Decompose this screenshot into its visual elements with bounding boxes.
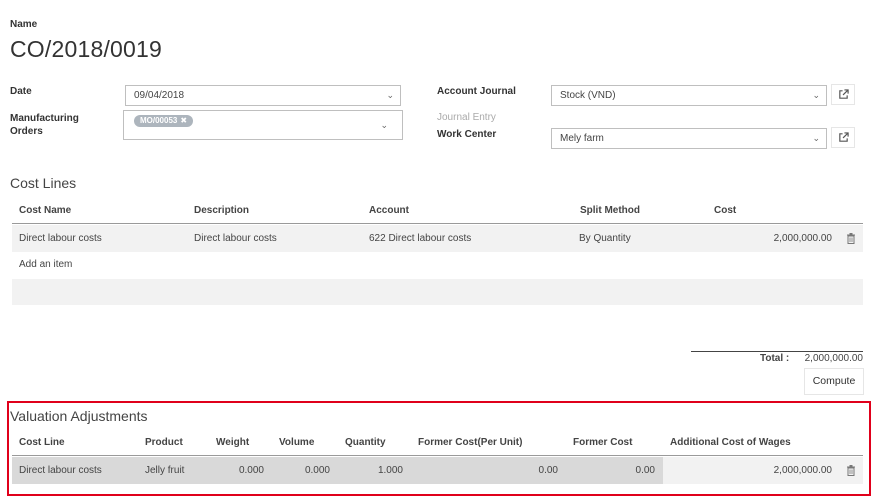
cell-description: Direct labour costs	[194, 233, 277, 244]
cell-product: Jelly fruit	[145, 465, 185, 476]
external-link-icon	[838, 89, 849, 99]
date-value: 09/04/2018	[134, 90, 185, 101]
col-weight[interactable]: Weight	[216, 430, 249, 456]
cost-lines-title: Cost Lines	[10, 175, 77, 191]
mo-label-line2: Orders	[10, 126, 43, 137]
chevron-down-icon: ⌄	[812, 90, 820, 100]
total-value: 2,000,000.00	[804, 353, 863, 364]
cell-account: 622 Direct labour costs	[369, 233, 472, 244]
trash-icon[interactable]	[846, 233, 856, 244]
manufacturing-orders-field[interactable]: MO/00053 ✖ ⌄	[123, 110, 403, 140]
work-center-external-button[interactable]	[831, 127, 855, 148]
cell-quantity: 1.000	[377, 465, 403, 476]
date-label: Date	[10, 86, 32, 97]
date-field[interactable]: 09/04/2018 ⌄	[125, 85, 401, 106]
cell-former-cost: 0.00	[635, 465, 655, 476]
empty-row	[12, 279, 863, 305]
account-journal-external-button[interactable]	[831, 84, 855, 105]
add-item-row: Add an item	[12, 252, 863, 278]
table-row[interactable]: Direct labour costs Direct labour costs …	[12, 225, 863, 252]
chevron-down-icon: ⌄	[812, 133, 820, 143]
account-journal-value: Stock (VND)	[560, 90, 616, 101]
journal-entry-label: Journal Entry	[437, 112, 496, 123]
trash-icon[interactable]	[846, 465, 856, 476]
col-additional-cost[interactable]: Additional Cost of Wages	[670, 430, 791, 456]
chevron-down-icon: ⌄	[386, 90, 394, 100]
mo-tag-label: MO/00053	[140, 116, 178, 125]
account-journal-label: Account Journal	[437, 86, 516, 97]
col-cost-line[interactable]: Cost Line	[19, 430, 65, 456]
chevron-down-icon: ⌄	[380, 120, 388, 130]
record-title: CO/2018/0019	[10, 36, 163, 62]
work-center-field[interactable]: Mely farm ⌄	[551, 128, 827, 149]
cell-cost: 2,000,000.00	[773, 233, 832, 244]
col-cost-name[interactable]: Cost Name	[19, 198, 71, 224]
col-product[interactable]: Product	[145, 430, 183, 456]
close-icon[interactable]: ✖	[180, 116, 187, 125]
col-cost[interactable]: Cost	[714, 198, 736, 224]
cell-weight: 0.000	[238, 465, 264, 476]
compute-button[interactable]: Compute	[804, 368, 864, 395]
cell-cost-name: Direct labour costs	[19, 233, 102, 244]
col-volume[interactable]: Volume	[279, 430, 314, 456]
name-label: Name	[10, 19, 38, 30]
valuation-adjustments-title: Valuation Adjustments	[10, 408, 148, 424]
account-journal-field[interactable]: Stock (VND) ⌄	[551, 85, 827, 106]
col-split-method[interactable]: Split Method	[580, 198, 640, 224]
table-row[interactable]: Direct labour costs Jelly fruit 0.000 0.…	[12, 457, 863, 484]
total-divider	[691, 351, 863, 352]
col-former-cost-per-unit[interactable]: Former Cost(Per Unit)	[418, 430, 522, 456]
valuation-header: Cost Line Product Weight Volume Quantity…	[12, 430, 863, 456]
total-label: Total :	[760, 353, 790, 364]
mo-tag[interactable]: MO/00053 ✖	[134, 115, 194, 127]
cell-former-cost-per-unit: 0.00	[538, 465, 558, 476]
work-center-value: Mely farm	[560, 133, 604, 144]
cell-cost-line: Direct labour costs	[19, 465, 102, 476]
add-an-item-link[interactable]: Add an item	[19, 252, 72, 278]
col-description[interactable]: Description	[194, 198, 249, 224]
col-quantity[interactable]: Quantity	[345, 430, 386, 456]
cell-volume: 0.000	[304, 465, 330, 476]
mo-label-line1: Manufacturing	[10, 113, 79, 124]
col-account[interactable]: Account	[369, 198, 409, 224]
manufacturing-orders-label: Manufacturing Orders	[10, 112, 79, 138]
cell-additional-cost: 2,000,000.00	[773, 465, 832, 476]
cell-split-method: By Quantity	[579, 233, 631, 244]
external-link-icon	[838, 132, 849, 142]
work-center-label: Work Center	[437, 129, 497, 140]
col-former-cost[interactable]: Former Cost	[573, 430, 632, 456]
cost-lines-header: Cost Name Description Account Split Meth…	[12, 198, 863, 224]
